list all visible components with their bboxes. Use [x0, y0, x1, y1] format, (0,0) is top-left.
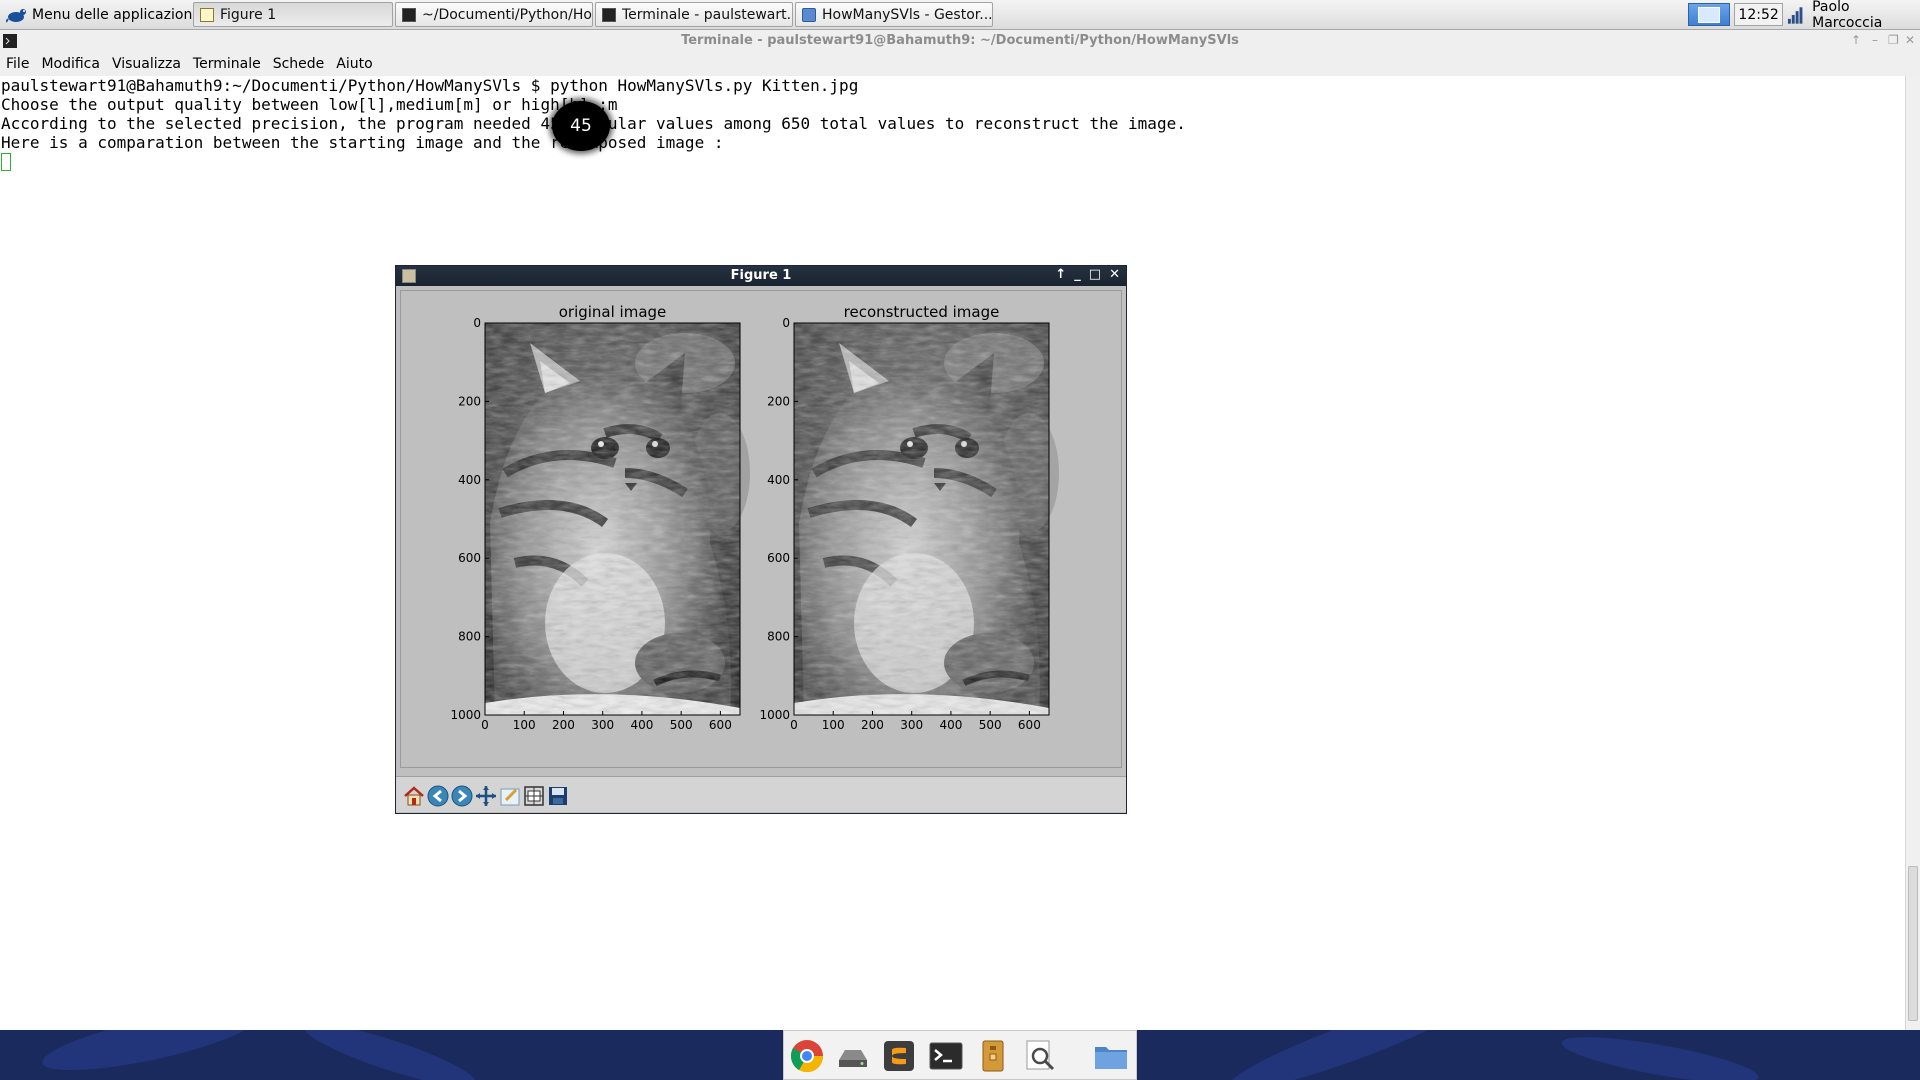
x-tick-label: 600	[709, 718, 732, 732]
drive-icon[interactable]	[834, 1038, 872, 1074]
sublime-icon[interactable]	[880, 1038, 918, 1074]
back-icon[interactable]	[426, 784, 450, 808]
chrome-icon[interactable]	[788, 1038, 826, 1074]
y-tick-label: 1000	[450, 708, 481, 722]
task-figure-1[interactable]: Figure 1	[193, 2, 393, 27]
y-tick-label: 0	[473, 316, 481, 330]
subplot-0: original image020040060080010000 100 200 30…	[450, 303, 750, 732]
x-tick-label: 200	[552, 718, 575, 732]
home-icon[interactable]	[402, 784, 426, 808]
clock[interactable]: 12:52	[1734, 3, 1783, 26]
y-tick-label: 600	[458, 551, 481, 565]
minimize-icon[interactable]: –	[1872, 33, 1878, 47]
task-label: HowManySVls - Gestor...	[822, 6, 993, 23]
shade-icon[interactable]: ↑	[1851, 33, 1861, 47]
terminal-icon	[602, 7, 616, 22]
menu-modifica[interactable]: Modifica	[35, 56, 106, 72]
x-tick-label: 500	[979, 718, 1002, 732]
save-icon[interactable]	[546, 784, 570, 808]
network-signal-icon[interactable]	[1787, 5, 1804, 25]
close-icon[interactable]: ✕	[1905, 33, 1915, 47]
workspace-switcher[interactable]	[1688, 3, 1731, 26]
x-tick-label: 0	[790, 718, 798, 732]
kitten-image	[485, 323, 750, 715]
terminal-icon	[402, 7, 416, 22]
task-terminal-documenti[interactable]: ~/Documenti/Python/Ho...	[395, 2, 593, 27]
y-tick-label: 1000	[759, 708, 790, 722]
forward-icon[interactable]	[450, 784, 474, 808]
terminal-menubar: File Modifica Visualizza Terminale Sched…	[0, 52, 1920, 76]
x-tick-label: 300	[900, 718, 923, 732]
pan-icon[interactable]	[474, 784, 498, 808]
x-tick-label: 300	[591, 718, 614, 732]
task-terminal-paulstewart[interactable]: Terminale - paulstewart...	[595, 2, 793, 27]
terminal-cursor	[1, 153, 11, 171]
x-tick-label: 400	[630, 718, 653, 732]
figure-window: Figure 1 ↑ _ □ ✕ original image 0 200 40…	[395, 265, 1127, 814]
highlight-marker: 45	[552, 101, 610, 151]
figure-plot: original image020040060080010000 100 200 30…	[450, 303, 1121, 732]
dock	[783, 1030, 1137, 1080]
y-tick-label: 400	[767, 473, 790, 487]
system-tray: 12:52 Paolo Marcoccia	[1688, 0, 1920, 31]
shade-icon[interactable]: ↑	[1055, 267, 1066, 282]
task-label: Figure 1	[220, 6, 277, 23]
top-panel: Menu delle applicazioni Figure 1 ~/Docum…	[0, 0, 1920, 31]
minimize-icon[interactable]: _	[1074, 267, 1081, 282]
figure-title: Figure 1	[730, 268, 792, 283]
app-menu-button[interactable]: Menu delle applicazioni	[0, 0, 202, 29]
zoom-icon[interactable]	[498, 784, 522, 808]
subplot-1: reconstructed image020040060080010000 100…	[759, 303, 1059, 732]
terminal-icon[interactable]	[927, 1038, 965, 1074]
terminal-titlebar[interactable]: Terminale - paulstewart91@Bahamuth9: ~/D…	[0, 30, 1920, 52]
terminal-line: paulstewart91@Bahamuth9:~/Documenti/Pyth…	[1, 76, 859, 95]
x-tick-label: 500	[670, 718, 693, 732]
menu-aiuto[interactable]: Aiuto	[330, 56, 378, 72]
y-tick-label: 400	[458, 473, 481, 487]
maximize-icon[interactable]: □	[1089, 267, 1101, 282]
terminal-line: Here is a comparation between the starti…	[1, 133, 724, 152]
x-tick-label: 100	[822, 718, 845, 732]
terminal-scrollbar[interactable]	[1905, 76, 1920, 1030]
y-tick-label: 800	[767, 630, 790, 644]
search-icon[interactable]	[1021, 1038, 1059, 1074]
figure-titlebar[interactable]: Figure 1 ↑ _ □ ✕	[396, 266, 1126, 286]
x-tick-label: 200	[861, 718, 884, 732]
terminal-line: Choose the output quality between low[l]…	[1, 95, 618, 114]
menu-file[interactable]: File	[0, 56, 35, 72]
kitten-image	[794, 323, 1059, 715]
task-label: ~/Documenti/Python/Ho...	[422, 6, 593, 23]
menu-schede[interactable]: Schede	[267, 56, 331, 72]
x-tick-label: 0	[481, 718, 489, 732]
folder-icon	[802, 7, 816, 22]
subplots-icon[interactable]	[522, 784, 546, 808]
figure-toolbar	[396, 776, 1126, 812]
mouse-logo-icon	[6, 8, 26, 23]
task-file-manager[interactable]: HowManySVls - Gestor...	[795, 2, 993, 27]
restore-icon[interactable]: ❐	[1888, 33, 1899, 47]
y-tick-label: 600	[767, 551, 790, 565]
menu-visualizza[interactable]: Visualizza	[106, 56, 187, 72]
close-icon[interactable]: ✕	[1109, 267, 1120, 282]
menu-terminale[interactable]: Terminale	[187, 56, 267, 72]
user-name[interactable]: Paolo Marcoccia	[1812, 0, 1920, 31]
y-tick-label: 200	[458, 394, 481, 408]
app-menu-label: Menu delle applicazioni	[32, 6, 197, 23]
figure-canvas[interactable]: original image 0 200 400 600 800 1000 0 100 200 30…	[400, 290, 1122, 768]
subplot-title: original image	[559, 303, 667, 321]
folder-icon[interactable]	[1092, 1038, 1130, 1074]
terminal-title: Terminale - paulstewart91@Bahamuth9: ~/D…	[681, 33, 1239, 48]
x-tick-label: 100	[513, 718, 536, 732]
figure-icon	[200, 7, 214, 22]
y-tick-label: 200	[767, 394, 790, 408]
scrollbar-thumb[interactable]	[1908, 866, 1918, 1021]
y-tick-label: 0	[782, 316, 790, 330]
archive-icon[interactable]	[974, 1038, 1012, 1074]
x-tick-label: 600	[1018, 718, 1041, 732]
y-tick-label: 800	[458, 630, 481, 644]
task-label: Terminale - paulstewart...	[622, 6, 793, 23]
subplot-title: reconstructed image	[844, 303, 1000, 321]
x-tick-label: 400	[939, 718, 962, 732]
